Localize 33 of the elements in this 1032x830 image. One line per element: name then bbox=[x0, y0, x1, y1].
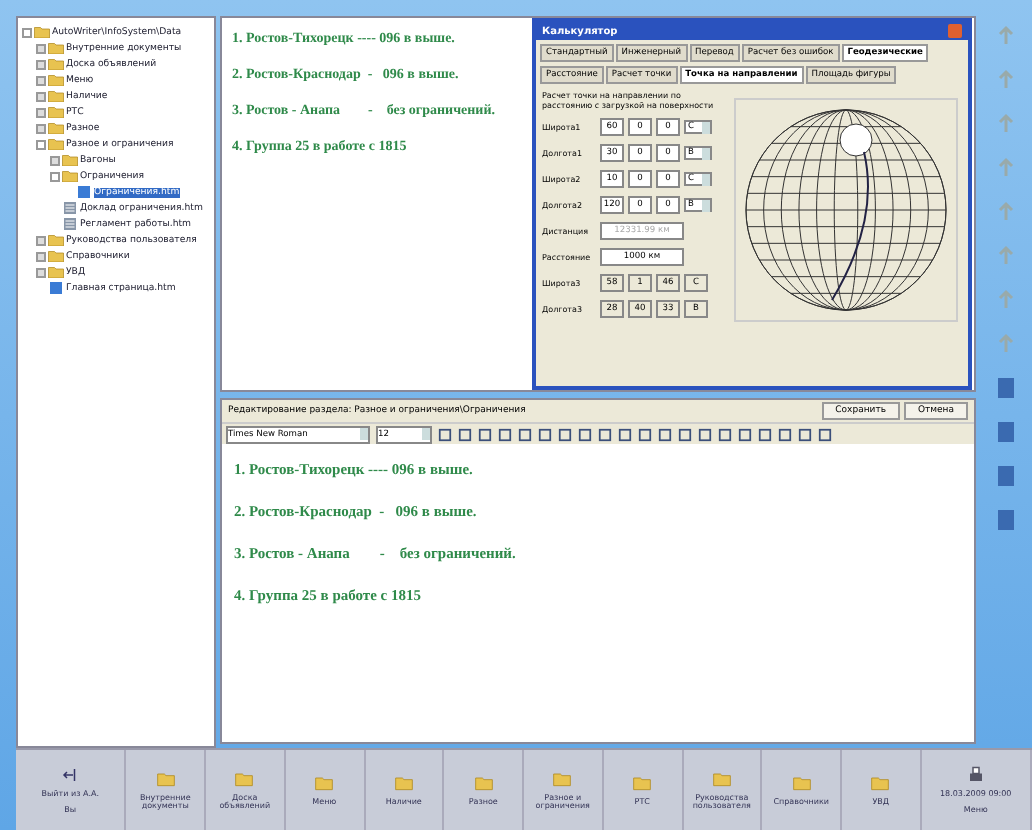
expand-toggle[interactable] bbox=[50, 155, 60, 165]
folder-icon bbox=[552, 769, 573, 788]
folder-icon bbox=[393, 773, 414, 792]
folder-icon bbox=[314, 773, 335, 792]
folder-icon bbox=[234, 769, 255, 788]
document-icon bbox=[62, 202, 78, 214]
folder-icon bbox=[711, 769, 732, 788]
expand-toggle[interactable] bbox=[36, 91, 46, 101]
folder-icon bbox=[870, 773, 891, 792]
expand-toggle[interactable] bbox=[36, 139, 46, 149]
page-icon bbox=[76, 186, 92, 198]
folder-icon bbox=[473, 773, 494, 792]
document-icon bbox=[62, 218, 78, 230]
expand-toggle[interactable] bbox=[36, 251, 46, 261]
expand-toggle[interactable] bbox=[36, 107, 46, 117]
page-icon bbox=[48, 282, 64, 294]
expand-toggle[interactable] bbox=[36, 43, 46, 53]
exit-icon[interactable] bbox=[60, 766, 81, 785]
expand-toggle[interactable] bbox=[36, 75, 46, 85]
expand-toggle[interactable] bbox=[36, 235, 46, 245]
tool-icon[interactable] bbox=[994, 420, 1018, 444]
tool-icon[interactable] bbox=[994, 464, 1018, 488]
expand-toggle[interactable] bbox=[36, 267, 46, 277]
expand-toggle[interactable] bbox=[50, 171, 60, 181]
expand-toggle[interactable] bbox=[22, 27, 32, 37]
printer-icon[interactable] bbox=[965, 766, 986, 785]
folder-icon bbox=[791, 773, 812, 792]
expand-toggle[interactable] bbox=[36, 59, 46, 69]
expand-toggle[interactable] bbox=[36, 123, 46, 133]
folder-icon bbox=[155, 769, 176, 788]
tool-icon[interactable] bbox=[994, 508, 1018, 532]
tool-icon[interactable] bbox=[994, 376, 1018, 400]
folder-icon bbox=[632, 773, 653, 792]
